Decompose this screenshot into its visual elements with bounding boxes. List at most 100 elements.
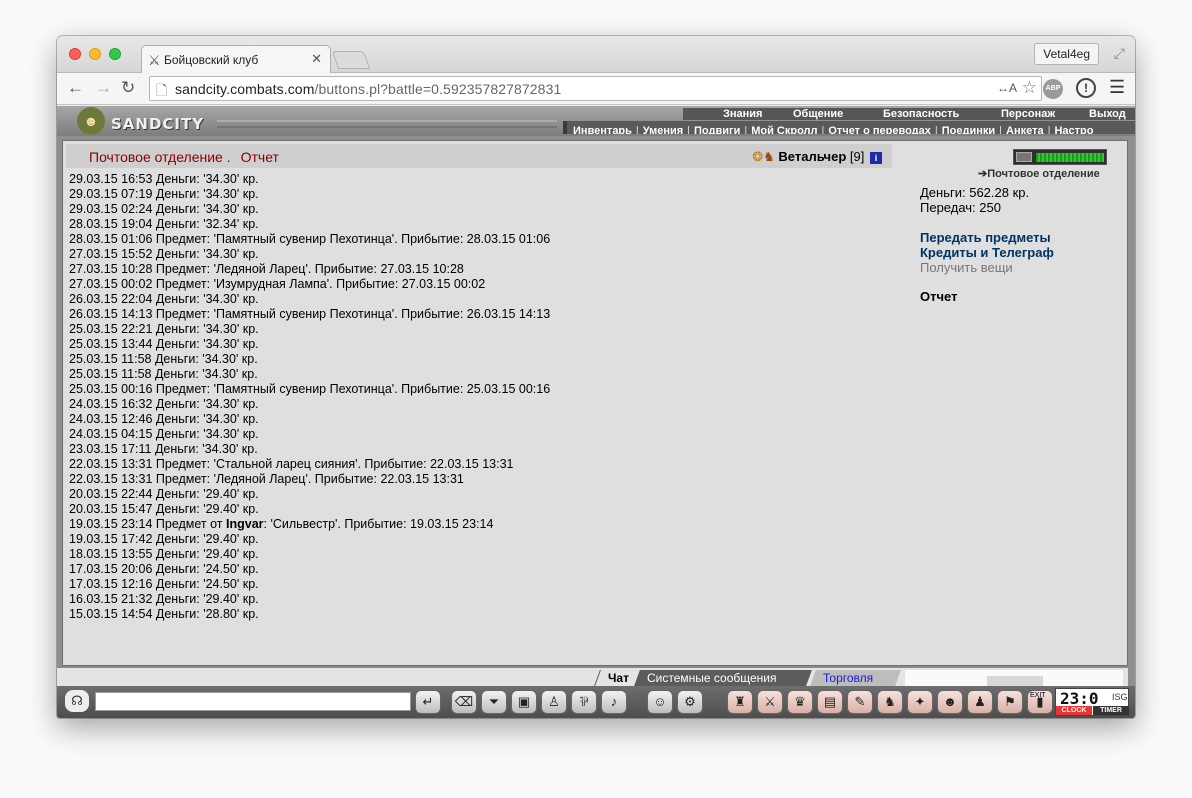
scroll-icon[interactable]: ✎ [847,690,873,714]
zoom-window-button[interactable] [109,48,121,60]
top-menu: Знания Общение Безопасность Персонаж Вых… [683,108,1135,120]
fullscreen-icon[interactable]: ⤢ [1114,45,1125,62]
music-note-icon[interactable]: ♪ [601,690,627,714]
player-name[interactable]: Ветальчер [778,149,846,164]
running-man-icon[interactable]: ♙ [541,690,567,714]
filter-icon[interactable]: ⏷ [481,690,507,714]
close-window-button[interactable] [69,48,81,60]
menu-communication[interactable]: Общение [793,108,843,120]
bottom-toolbar: ☊ ↵ ⌫ ⏷ ▣ ♙ ⅌ ♪ ☺ ⚙ ♜ ⚔ ♛ ▤ ✎ ♞ ✦ ☻ ♟ ⚑ [57,686,1135,718]
log-entry: 17.03.15 12:16 Деньги: '24.50' кр. [69,577,889,592]
submenu-settings[interactable]: Настро [1054,125,1093,134]
compass-icon[interactable]: ✦ [907,690,933,714]
log-entry: 16.03.15 21:32 Деньги: '29.40' кр. [69,592,889,607]
menu-exit[interactable]: Выход [1089,108,1126,120]
menu-character[interactable]: Персонаж [1001,108,1055,120]
submenu-skills[interactable]: Умения [643,125,683,134]
submenu-fights[interactable]: Поединки [942,125,995,134]
money-bag-icon[interactable]: ♛ [787,690,813,714]
eraser-icon[interactable]: ⌫ [451,690,477,714]
log-entry-text: 26.03.15 14:13 Предмет: 'Памятный сувени… [69,307,551,321]
forward-arrow-icon[interactable]: → [95,78,112,98]
browser-tab-active[interactable]: ⚔ Бойцовский клуб ✕ [141,45,331,73]
log-entry: 29.03.15 07:19 Деньги: '34.30' кр. [69,187,889,202]
transfers-count: Передач: 250 [920,200,1001,215]
log-entry: 24.03.15 04:15 Деньги: '34.30' кр. [69,427,889,442]
friends-icon[interactable]: ☻ [937,690,963,714]
exit-door-icon[interactable]: EXIT ▮ [1027,690,1053,714]
submenu-feats[interactable]: Подвиги [694,125,740,134]
log-entry: 20.03.15 15:47 Деньги: '29.40' кр. [69,502,889,517]
bag-icon[interactable]: ♜ [727,690,753,714]
reload-icon[interactable]: ↻ [121,78,135,98]
group-icon[interactable]: ♟ [967,690,993,714]
smiley-icon[interactable]: ☺ [647,690,673,714]
profile-button[interactable]: Vetal4eg [1034,43,1099,65]
menu-security[interactable]: Безопасность [883,108,959,120]
log-entry-text: 24.03.15 16:32 Деньги: '34.30' кр. [69,397,259,411]
monitor-icon[interactable]: ▣ [511,690,537,714]
report-current: Отчет [920,289,958,304]
sender-name[interactable]: Ingvar [226,517,264,531]
info-extension-icon[interactable]: ! [1076,78,1096,98]
submenu-my-scroll[interactable]: Мой Скролл [751,125,817,134]
translate-icon[interactable]: ↔A [997,81,1017,95]
transfer-items-link[interactable]: Передать предметы [920,230,1051,245]
speaking-head-icon[interactable]: ☊ [65,690,89,712]
camera-icon[interactable] [1016,152,1032,162]
log-entry: 28.03.15 01:06 Предмет: 'Памятный сувени… [69,232,889,247]
report-title-bar: Почтовое отделение . Отчет ❂♞ Ветальчер [… [66,144,892,168]
log-entry: 19.03.15 17:42 Деньги: '29.40' кр. [69,532,889,547]
submenu-inventory[interactable]: Инвентарь [573,125,632,134]
tab-trade-label: Торговля [823,671,874,685]
chat-settings-icon[interactable]: ⚙ [677,690,703,714]
sword-icon[interactable]: ⚔ [757,690,783,714]
minimize-window-button[interactable] [89,48,101,60]
flag-icon[interactable]: ⚑ [997,690,1023,714]
tab-system-messages[interactable]: Системные сообщения [634,670,812,686]
sandcity-logo: ☻ SANDCITY [59,106,217,136]
player-info-icon[interactable]: i [870,151,882,164]
menu-knowledge[interactable]: Знания [723,108,762,120]
close-tab-icon[interactable]: ✕ [311,51,322,67]
log-entry-text: 17.03.15 12:16 Деньги: '24.50' кр. [69,577,259,591]
submenu-transfer-report[interactable]: Отчет о переводах [828,125,931,134]
submenu-profile[interactable]: Анкета [1006,125,1044,134]
receive-items-link[interactable]: Получить вещи [920,260,1013,275]
log-entry-text: 16.03.15 21:32 Деньги: '29.40' кр. [69,592,259,606]
log-entry: 25.03.15 11:58 Деньги: '34.30' кр. [69,352,889,367]
timer-tab[interactable]: TIMER [1093,706,1129,715]
post-office-link-label: Почтовое отделение [987,168,1100,180]
back-arrow-icon[interactable]: ← [67,78,84,98]
private-log-icon[interactable]: ⅌ [571,690,597,714]
exit-label: EXIT [1030,692,1046,699]
clock-tab[interactable]: CLOCK [1056,706,1092,715]
new-tab-button[interactable] [331,51,371,69]
log-entry: 17.03.15 20:06 Деньги: '24.50' кр. [69,562,889,577]
hamburger-menu-icon[interactable]: ☰ [1109,77,1125,98]
chat-input[interactable] [95,692,411,711]
log-entry: 25.03.15 00:16 Предмет: 'Памятный сувени… [69,382,889,397]
address-bar[interactable]: 🗋 sandcity.combats.com/buttons.pl?battle… [149,76,1042,101]
adblock-icon[interactable]: ABP [1043,79,1063,99]
url-path: /buttons.pl?battle=0.592357827872831 [314,81,562,97]
chest-icon[interactable]: ▤ [817,690,843,714]
helmet-icon[interactable]: ♞ [877,690,903,714]
chat-tab-strip: Чат Системные сообщения Торговля [57,666,1128,686]
game-frame: ☻ SANDCITY Знания Общение Безопасность П… [57,106,1135,718]
log-entry-text: 26.03.15 22:04 Деньги: '34.30' кр. [69,292,259,306]
clock-timer-widget[interactable]: 23:0 ISG CLOCK TIMER [1055,688,1129,716]
tab-chat-label: Чат [608,671,629,685]
log-entry-text: 29.03.15 07:19 Деньги: '34.30' кр. [69,187,259,201]
clan-emblem-icon: ❂ [752,149,764,164]
tab-trade[interactable]: Торговля [810,670,901,686]
log-entry-text: 23.03.15 17:11 Деньги: '34.30' кр. [69,442,258,456]
header-decoration [217,120,557,128]
url-text[interactable]: sandcity.combats.com/buttons.pl?battle=0… [175,81,561,97]
log-entry-text: 25.03.15 13:44 Деньги: '34.30' кр. [69,337,259,351]
post-office-link[interactable]: ➔Почтовое отделение [978,167,1100,180]
bookmark-star-icon[interactable]: ☆ [1022,78,1037,98]
send-enter-icon[interactable]: ↵ [415,690,441,714]
credits-telegraph-link[interactable]: Кредиты и Телеграф [920,245,1054,260]
align-emblem-icon: ♞ [763,149,775,164]
